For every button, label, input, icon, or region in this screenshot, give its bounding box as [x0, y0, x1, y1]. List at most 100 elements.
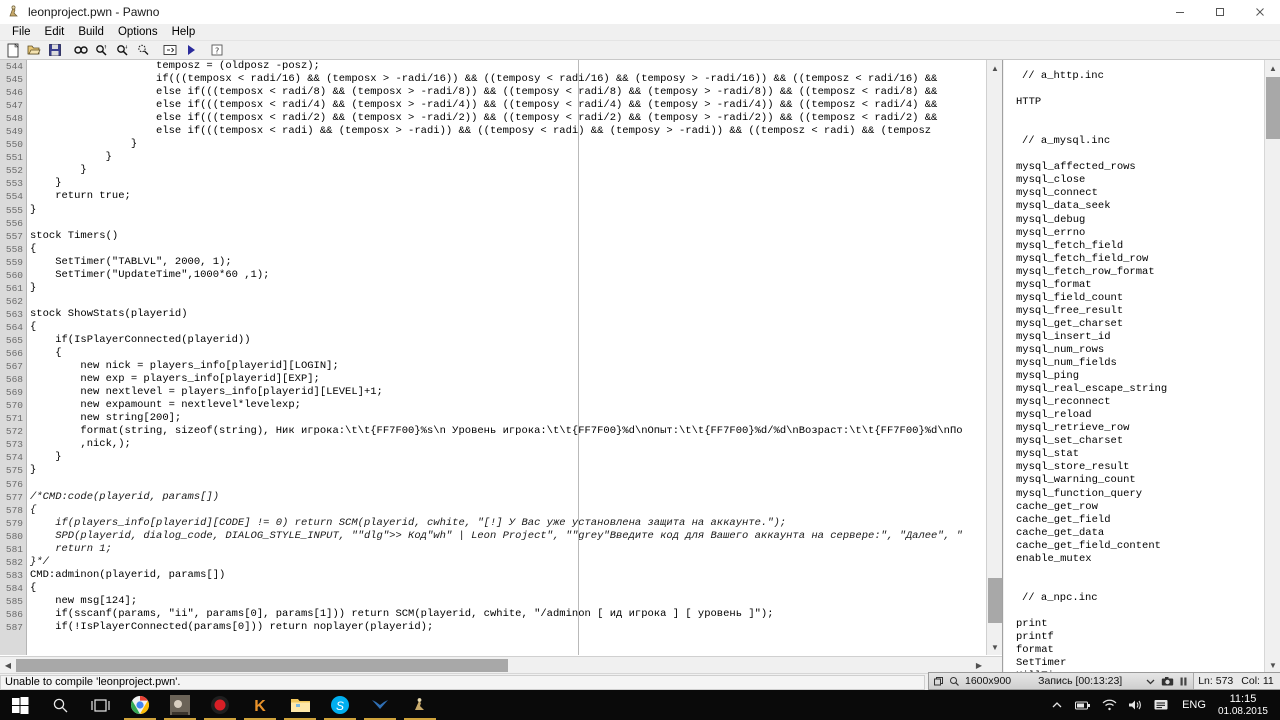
code-line[interactable]: return 1;	[28, 543, 1002, 556]
scroll-up-arrow-icon[interactable]: ▲	[987, 60, 1002, 76]
scroll-right-arrow-icon[interactable]: ▶	[971, 657, 987, 673]
code-line[interactable]: SetTimer("UpdateTime",1000*60 ,1);	[28, 269, 1002, 282]
code-line[interactable]: }	[28, 164, 1002, 177]
code-line[interactable]	[28, 217, 1002, 230]
code-line[interactable]: }	[28, 282, 1002, 295]
save-file-icon[interactable]	[44, 41, 65, 59]
menu-item-file[interactable]: File	[5, 25, 38, 39]
code-line[interactable]: new nick = players_info[playerid][LOGIN]…	[28, 360, 1002, 373]
function-list-item[interactable]: mysql_retrieve_row	[1016, 422, 1264, 435]
function-list-item[interactable]: mysql_free_result	[1016, 305, 1264, 318]
screen-recorder-toolbar[interactable]: 1600x900 Запись [00:13:23] Ln: 573 Col: …	[928, 672, 1280, 690]
new-file-icon[interactable]	[2, 41, 23, 59]
run-icon[interactable]	[180, 41, 201, 59]
minimize-icon[interactable]	[1160, 0, 1200, 24]
code-line[interactable]: new msg[124];	[28, 595, 1002, 608]
code-line[interactable]	[28, 478, 1002, 491]
code-line[interactable]: if(((temposx < radi/16) && (temposx > -r…	[28, 73, 1002, 86]
code-line[interactable]: }	[28, 151, 1002, 164]
code-line[interactable]: SetTimer("TABLVL", 2000, 1);	[28, 256, 1002, 269]
code-line[interactable]: }*/	[28, 556, 1002, 569]
code-line[interactable]: /*CMD:code(playerid, params[])	[28, 491, 1002, 504]
function-list-item[interactable]: mysql_store_result	[1016, 461, 1264, 474]
scroll-left-arrow-icon[interactable]: ◀	[0, 657, 16, 674]
camera-icon[interactable]	[1161, 675, 1174, 688]
function-list-item[interactable]: HTTP	[1016, 96, 1264, 109]
teamviewer-icon[interactable]	[360, 690, 400, 720]
function-scroll-up-arrow-icon[interactable]: ▲	[1265, 60, 1280, 76]
function-list-item[interactable]: mysql_num_rows	[1016, 344, 1264, 357]
code-line[interactable]: {	[28, 504, 1002, 517]
code-line[interactable]: else if(((temposx < radi/4) && (temposx …	[28, 99, 1002, 112]
function-list-item[interactable]: mysql_function_query	[1016, 488, 1264, 501]
code-line[interactable]: stock ShowStats(playerid)	[28, 308, 1002, 321]
open-file-icon[interactable]	[23, 41, 44, 59]
magnifier-icon[interactable]	[949, 675, 960, 688]
function-list-item[interactable]: format	[1016, 644, 1264, 657]
search-icon[interactable]	[40, 690, 80, 720]
windows-start-icon[interactable]	[0, 690, 40, 720]
function-list-item[interactable]: printf	[1016, 631, 1264, 644]
chevron-down-icon[interactable]	[1145, 675, 1156, 688]
pause-icon[interactable]	[1179, 675, 1188, 688]
find-icon[interactable]	[70, 41, 91, 59]
code-editor[interactable]: 544 545 546 547 548 549 550 551 552 553 554 555 556 5…	[0, 60, 1003, 673]
function-list-item[interactable]: mysql_ping	[1016, 370, 1264, 383]
wifi-icon[interactable]	[1096, 690, 1122, 720]
bandicam-icon[interactable]	[200, 690, 240, 720]
task-view-icon[interactable]	[80, 690, 120, 720]
function-list-item[interactable]: mysql_insert_id	[1016, 331, 1264, 344]
menu-item-edit[interactable]: Edit	[38, 25, 72, 39]
gta-sa-icon[interactable]	[160, 690, 200, 720]
code-line[interactable]: else if(((temposx < radi/8) && (temposx …	[28, 86, 1002, 99]
code-line[interactable]: SPD(playerid, dialog_code, DIALOG_STYLE_…	[28, 530, 1002, 543]
code-line[interactable]: if(players_info[playerid][CODE] != 0) re…	[28, 517, 1002, 530]
function-list-item[interactable]: mysql_fetch_row_format	[1016, 266, 1264, 279]
code-line[interactable]: new nextlevel = players_info[playerid][L…	[28, 386, 1002, 399]
restore-window-icon[interactable]	[933, 675, 944, 688]
replace-icon[interactable]	[133, 41, 154, 59]
function-list-item[interactable]: SetTimer	[1016, 657, 1264, 670]
show-hidden-icons-icon[interactable]	[1044, 690, 1070, 720]
function-list-item[interactable]: mysql_stat	[1016, 448, 1264, 461]
code-line[interactable]: new exp = players_info[playerid][EXP];	[28, 373, 1002, 386]
function-list-item[interactable]: cache_get_row	[1016, 501, 1264, 514]
code-line[interactable]: new expamount = nextlevel*levelexp;	[28, 399, 1002, 412]
code-line[interactable]: return true;	[28, 190, 1002, 203]
editor-vertical-scrollbar[interactable]: ▲ ▼	[986, 60, 1002, 655]
function-list-item[interactable]: mysql_data_seek	[1016, 200, 1264, 213]
language-indicator[interactable]: ENG	[1174, 699, 1214, 711]
function-list-item[interactable]: mysql_affected_rows	[1016, 161, 1264, 174]
function-list-panel[interactable]: // a_http.inc HTTP // a_mysql.inc mysql_…	[1004, 60, 1280, 673]
code-line[interactable]: format(string, sizeof(string), Ник игрок…	[28, 425, 1002, 438]
function-list-item[interactable]: cache_get_field	[1016, 514, 1264, 527]
code-line[interactable]: {	[28, 321, 1002, 334]
function-list-item[interactable]: cache_get_data	[1016, 527, 1264, 540]
menu-item-build[interactable]: Build	[71, 25, 111, 39]
editor-horizontal-scrollbar[interactable]: ◀ ▶	[0, 656, 1002, 674]
function-panel-scrollbar[interactable]: ▲ ▼	[1264, 60, 1280, 673]
function-list-item[interactable]: mysql_fetch_field	[1016, 240, 1264, 253]
menu-item-help[interactable]: Help	[165, 25, 203, 39]
code-line[interactable]: if(IsPlayerConnected(playerid))	[28, 334, 1002, 347]
function-list-item[interactable]: mysql_connect	[1016, 187, 1264, 200]
code-line[interactable]: {	[28, 243, 1002, 256]
horizontal-scroll-thumb[interactable]	[16, 659, 508, 672]
code-line[interactable]: if(!IsPlayerConnected(params[0])) return…	[28, 621, 1002, 634]
skype-icon[interactable]: S	[320, 690, 360, 720]
function-list-item[interactable]: enable_mutex	[1016, 553, 1264, 566]
code-line[interactable]: {	[28, 347, 1002, 360]
function-scroll-down-arrow-icon[interactable]: ▼	[1265, 657, 1280, 673]
compile-icon[interactable]	[159, 41, 180, 59]
code-line[interactable]: stock Timers()	[28, 230, 1002, 243]
volume-icon[interactable]	[1122, 690, 1148, 720]
function-list-item[interactable]: mysql_reload	[1016, 409, 1264, 422]
code-line[interactable]: new string[200];	[28, 412, 1002, 425]
code-line[interactable]: temposz = (oldposz -posz);	[28, 60, 1002, 73]
clock[interactable]: 11:15 01.08.2015	[1214, 690, 1278, 720]
function-list-item[interactable]: cache_get_field_content	[1016, 540, 1264, 553]
help-icon[interactable]: ?	[206, 41, 227, 59]
function-list-item[interactable]: mysql_close	[1016, 174, 1264, 187]
function-list-item[interactable]: print	[1016, 618, 1264, 631]
maximize-icon[interactable]	[1200, 0, 1240, 24]
